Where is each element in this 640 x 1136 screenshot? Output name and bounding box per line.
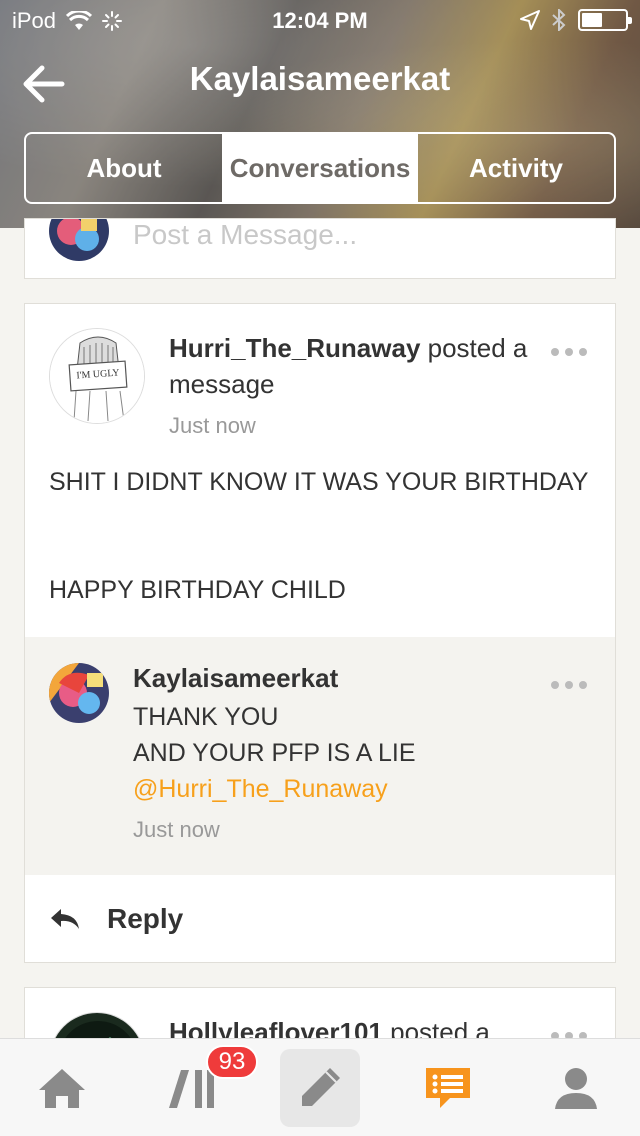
reply-more-button[interactable] [551,681,587,689]
messages-icon [426,1068,470,1108]
profile-icon [555,1068,597,1109]
page-title: Kaylaisameerkat [189,60,451,97]
status-right [520,9,632,31]
dot-icon [551,681,559,689]
message-line-1: SHIT I DIDNT KNOW IT WAS YOUR BIRTHDAY [49,468,589,496]
dot-icon [565,348,573,356]
message-body: SHIT I DIDNT KNOW IT WAS YOUR BIRTHDAY H… [49,464,589,608]
bottom-tab-bar: 93 [0,1038,640,1136]
dot-icon [579,681,587,689]
reply-button[interactable]: Reply [25,876,615,962]
tab-conversations[interactable]: Conversations [222,134,418,202]
bluetooth-icon [552,9,566,31]
post-message-box[interactable]: Post a Message... [24,218,616,279]
tab-about[interactable]: About [26,134,222,202]
post-message-placeholder[interactable]: Post a Message... [133,219,357,251]
profile-header: iPod 12:04 PM Kaylaisameerkat About Conv… [0,0,640,228]
nav-bar: Kaylaisameerkat [0,50,640,114]
message-time: Just now [169,413,256,438]
reply-body: THANK YOU AND YOUR PFP IS A LIE @Hurri_T… [133,699,416,848]
message-line-2: HAPPY BIRTHDAY CHILD [49,576,346,604]
author-avatar[interactable]: I'M UGLY [49,328,145,424]
author-line: Hurri_The_Runaway posted a message Just … [169,330,529,444]
reply-button-label: Reply [107,903,184,934]
battery-icon [578,9,632,31]
profile-tabs: About Conversations Activity [24,132,616,204]
status-bar: iPod 12:04 PM [0,0,640,40]
tab-activity[interactable]: Activity [418,134,614,202]
dot-icon [551,348,559,356]
tab-profile[interactable] [536,1039,616,1136]
message-more-button[interactable] [551,348,587,356]
message-card: I'M UGLY Hurri_The_Runaway posted a mess… [24,303,616,963]
reply-mention-link[interactable]: @Hurri_The_Runaway [133,771,416,807]
home-icon [39,1069,85,1108]
tab-messages[interactable] [408,1039,488,1136]
reply-author-avatar[interactable] [49,663,109,723]
my-avatar [49,219,109,261]
location-arrow-icon [520,10,540,30]
compose-pencil-icon [302,1068,340,1106]
tab-home[interactable] [22,1039,102,1136]
dot-icon [579,348,587,356]
reply-time: Just now [133,817,220,842]
reply-item: Kaylaisameerkat THANK YOU AND YOUR PFP I… [25,637,615,875]
reply-line-2: AND YOUR PFP IS A LIE [133,739,416,767]
dot-icon [565,681,573,689]
tab-compose[interactable] [280,1049,360,1127]
author-name[interactable]: Hurri_The_Runaway [169,333,420,363]
reply-line-1: THANK YOU [133,703,279,731]
reply-arrow-icon [51,909,79,929]
notification-badge: 93 [206,1045,258,1079]
reply-author-name[interactable]: Kaylaisameerkat [133,663,338,694]
